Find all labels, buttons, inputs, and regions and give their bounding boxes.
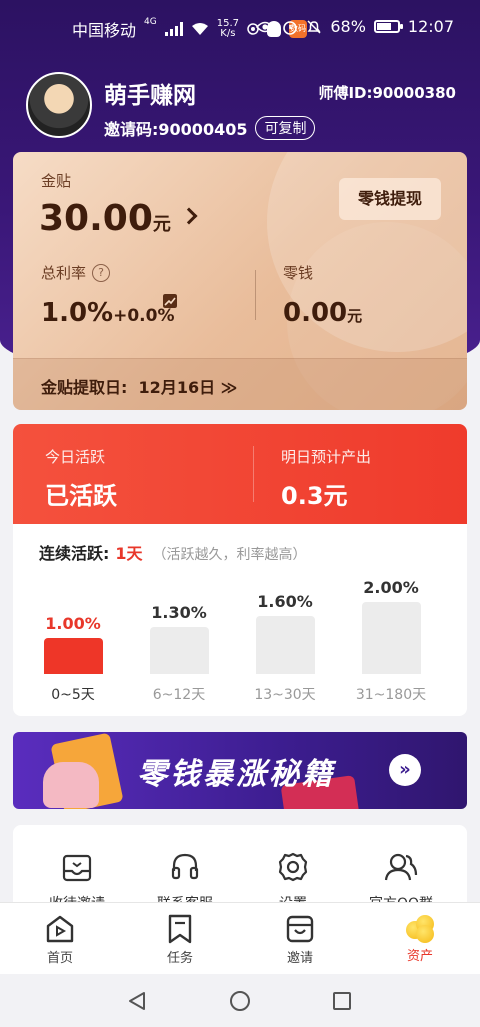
wifi-icon <box>191 23 208 35</box>
tier-rate-label: 1.60% <box>257 592 313 611</box>
rate-tier-chart: 1.00% 0~5天 1.30% 6~12天 1.60% 13~30天 2.00% 31~18… <box>13 574 467 709</box>
recents-icon[interactable] <box>331 990 353 1012</box>
chevron-right-icon[interactable] <box>180 207 198 225</box>
alarm-icon <box>283 20 298 35</box>
tier-bar <box>256 616 315 674</box>
today-active-value: 已活跃 <box>45 482 117 510</box>
streak-days: 1天 <box>115 544 143 563</box>
home-button-icon[interactable] <box>229 990 251 1012</box>
invite-code: 90000405 <box>158 120 248 139</box>
net-speed: 15.7 K/s <box>216 18 239 39</box>
tier-bar-item: 1.60% 13~30天 <box>239 574 345 709</box>
promo-banner[interactable]: 零钱暴涨秘籍 » <box>13 732 467 809</box>
tier-rate-label: 1.00% <box>45 614 101 633</box>
withdraw-day-label: 金贴提取日: <box>41 378 128 397</box>
tomorrow-output-label: 明日预计产出 <box>281 448 372 466</box>
withdraw-day-row[interactable]: 金贴提取日: 12月16日 ≫ <box>13 358 467 410</box>
total-rate-label: 总利率 ? <box>41 262 111 283</box>
tier-days-label: 13~30天 <box>254 687 316 703</box>
withdraw-day: 12月16日 <box>138 378 216 397</box>
divider <box>253 446 254 502</box>
change-value: 0.00元 <box>283 298 363 328</box>
tier-bar-item: 2.00% 31~180天 <box>345 574 451 709</box>
tier-bar-item: 1.00% 0~5天 <box>27 574 133 709</box>
tab-label: 任务 <box>166 951 193 966</box>
home-icon <box>46 915 74 943</box>
tier-bar <box>44 638 103 674</box>
invite-code-label: 邀请码: <box>104 120 159 139</box>
tier-days-label: 0~5天 <box>51 687 95 703</box>
headset-icon <box>171 853 199 880</box>
inbox-icon <box>62 854 92 882</box>
tier-bar <box>362 602 421 674</box>
streak-label: 连续活跃: <box>39 544 110 563</box>
tier-bar <box>150 627 209 674</box>
tab-assets[interactable]: 资产 <box>375 913 465 964</box>
banner-text: 零钱暴涨秘籍 <box>137 757 335 792</box>
tab-home[interactable]: 首页 <box>15 913 105 966</box>
gold-card: 金贴 30.00元 零钱提现 总利率 ? 1.0%+0.0% 零钱 0.00元 … <box>13 152 467 410</box>
tier-rate-label: 2.00% <box>363 578 419 597</box>
activity-card: 今日活跃 已活跃 明日预计产出 0.3元 连续活跃: 1天 （活跃越久，利率越高… <box>13 424 467 716</box>
bookmark-icon <box>168 914 192 944</box>
gear-icon <box>278 852 308 882</box>
network-type: 4G <box>144 17 157 27</box>
tab-label: 资产 <box>406 949 433 964</box>
battery-icon <box>373 20 403 33</box>
status-bar: 中国移动 4G 15.7 K/s 数码 68% 12:07 <box>0 0 480 54</box>
system-nav-bar <box>0 974 480 1027</box>
battery-percent: 68% <box>330 17 366 36</box>
back-icon[interactable] <box>126 990 148 1012</box>
bottom-tab-bar: 首页 任务 邀请 资产 <box>0 902 480 974</box>
activity-summary: 今日活跃 已活跃 明日预计产出 0.3元 <box>13 424 467 524</box>
divider <box>255 270 256 320</box>
help-icon[interactable]: ? <box>92 263 111 282</box>
coins-icon <box>404 913 436 943</box>
tomorrow-output-value: 0.3元 <box>281 482 348 510</box>
user-name: 萌手赚网 <box>104 83 196 109</box>
banner-go-button[interactable]: » <box>389 754 421 786</box>
tab-label: 首页 <box>46 951 73 966</box>
tab-label: 邀请 <box>286 951 313 966</box>
today-active-label: 今日活跃 <box>45 448 106 466</box>
eye-icon <box>256 21 275 32</box>
tab-invite[interactable]: 邀请 <box>255 913 345 966</box>
tier-rate-label: 1.30% <box>151 603 207 622</box>
streak-row: 连续活跃: 1天 （活跃越久，利率越高） <box>39 540 307 564</box>
master-id: 师傅ID:90000380 <box>318 84 456 102</box>
invite-code-row: 邀请码:90000405 可复制 <box>104 116 316 140</box>
streak-hint: （活跃越久，利率越高） <box>152 547 307 563</box>
copy-button[interactable]: 可复制 <box>255 116 316 140</box>
invite-icon <box>286 915 314 943</box>
avatar[interactable] <box>26 72 92 138</box>
signal-icon <box>164 22 183 36</box>
total-rate-value: 1.0%+0.0% <box>41 298 175 328</box>
hand-illustration <box>43 762 99 808</box>
tab-tasks[interactable]: 任务 <box>135 913 225 966</box>
gold-amount[interactable]: 30.00元 <box>39 198 171 239</box>
tier-days-label: 6~12天 <box>152 687 206 703</box>
tier-bar-item: 1.30% 6~12天 <box>133 574 239 709</box>
group-icon <box>384 853 418 881</box>
change-label: 零钱 <box>283 264 314 282</box>
double-chevron-icon: ≫ <box>220 378 238 397</box>
carrier-label: 中国移动 <box>72 21 137 40</box>
tier-days-label: 31~180天 <box>355 687 427 703</box>
trend-up-icon <box>163 294 177 308</box>
clock: 12:07 <box>407 17 454 36</box>
profile-header: 萌手赚网 邀请码:90000405 可复制 师傅ID:90000380 <box>26 72 456 140</box>
mute-icon <box>307 19 321 34</box>
gold-label: 金贴 <box>41 172 72 190</box>
withdraw-button[interactable]: 零钱提现 <box>339 178 441 220</box>
